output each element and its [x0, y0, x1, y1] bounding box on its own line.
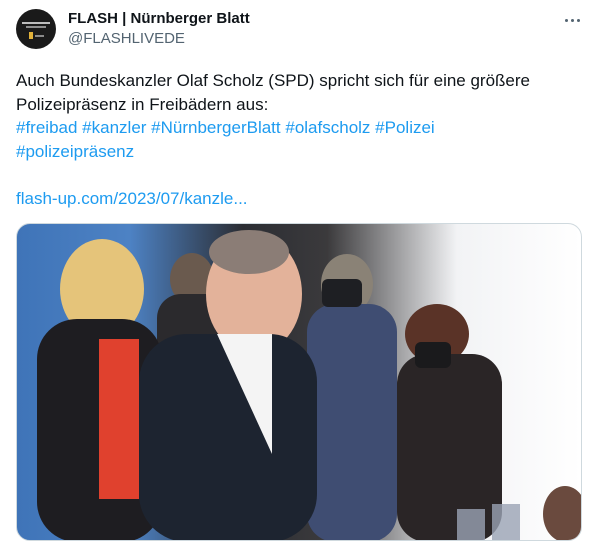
more-options-button[interactable]	[558, 10, 586, 30]
background-person	[397, 354, 502, 540]
camera-icon	[322, 279, 362, 307]
tweet-text: Auch Bundeskanzler Olaf Scholz (SPD) spr…	[16, 69, 576, 163]
external-link[interactable]: flash-up.com/2023/07/kanzle...	[16, 187, 248, 211]
hashtag-link[interactable]: #polizeipräsenz	[16, 142, 134, 161]
hashtag-link[interactable]: #kanzler	[82, 118, 146, 137]
tweet-text-line: Auch Bundeskanzler Olaf Scholz (SPD) spr…	[16, 71, 531, 90]
tweet-text-line: Polizeipräsenz in Freibädern aus:	[16, 94, 269, 114]
hashtag-link[interactable]: #olafscholz	[285, 118, 370, 137]
background-person	[543, 486, 581, 540]
avatar[interactable]	[16, 9, 56, 49]
central-person-hair	[209, 230, 289, 274]
tweet-card: FLASH | Nürnberger Blatt @FLASHLIVEDE Au…	[0, 0, 597, 556]
author-handle[interactable]: @FLASHLIVEDE	[68, 29, 185, 49]
hashtag-row: #freibad #kanzler #NürnbergerBlatt #olaf…	[16, 116, 576, 140]
more-dot-icon	[570, 18, 574, 22]
chair	[492, 504, 520, 540]
camera-icon	[415, 342, 451, 368]
photo-illustration	[37, 230, 581, 540]
more-dot-icon	[576, 18, 580, 22]
hashtag-link[interactable]: #NürnbergerBlatt	[151, 118, 280, 137]
central-person-suit	[139, 334, 317, 540]
tweet-photo[interactable]	[16, 223, 582, 541]
chair	[457, 509, 485, 540]
background-person	[99, 339, 139, 499]
more-dot-icon	[564, 18, 568, 22]
hashtag-link[interactable]: #freibad	[16, 118, 77, 137]
author-display-name[interactable]: FLASH | Nürnberger Blatt	[68, 9, 250, 29]
background-person	[307, 304, 397, 540]
hashtag-row: #polizeipräsenz	[16, 140, 576, 164]
hashtag-link[interactable]: #Polizei	[375, 118, 435, 137]
